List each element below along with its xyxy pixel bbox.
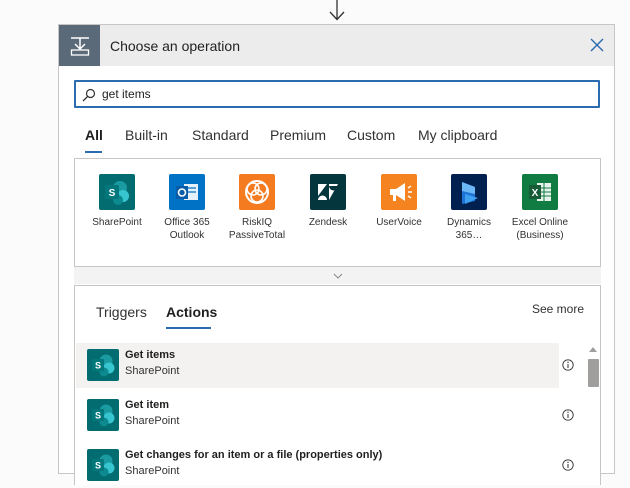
search-input[interactable] — [102, 85, 582, 103]
tab-built-in[interactable]: Built-in — [125, 127, 168, 143]
zendesk-icon — [310, 174, 346, 210]
chevron-down-icon — [333, 273, 342, 279]
choose-operation-dialog: Choose an operation All Built-in Standar… — [58, 24, 615, 485]
tab-actions[interactable]: Actions — [166, 304, 217, 320]
dialog-title: Choose an operation — [110, 38, 240, 54]
tab-all[interactable]: All — [85, 127, 103, 143]
scroll-up-icon[interactable] — [589, 345, 597, 353]
sharepoint-icon: S — [87, 349, 119, 381]
svg-text:S: S — [95, 411, 101, 421]
expand-connectors-button[interactable] — [74, 266, 601, 284]
action-item[interactable]: S Get changes for an item or a file (pro… — [76, 443, 559, 488]
action-item[interactable]: S Get item SharePoint — [76, 393, 559, 438]
connector-label: UserVoice — [376, 217, 422, 228]
sharepoint-icon: S — [99, 174, 135, 210]
connector-excel-online[interactable]: X Excel Online (Business) — [504, 174, 576, 242]
results-panel: Triggers Actions See more S Get items Sh… — [74, 285, 601, 485]
svg-text:S: S — [95, 461, 101, 471]
tab-standard[interactable]: Standard — [192, 127, 249, 143]
connector-label: Dynamics 365… — [447, 217, 491, 241]
action-name: Get items — [125, 349, 176, 361]
action-name: Get changes for an item or a file (prope… — [125, 449, 383, 461]
connector-label: Excel Online (Business) — [511, 217, 569, 241]
connector-label: RiskIQ PassiveTotal — [228, 217, 286, 241]
connector-dynamics-365[interactable]: Dynamics 365… — [433, 174, 505, 242]
svg-text:S: S — [95, 361, 101, 371]
info-icon[interactable] — [562, 359, 574, 371]
sharepoint-icon: S — [87, 449, 119, 481]
trigger-step-icon — [59, 25, 100, 66]
dialog-header: Choose an operation — [59, 25, 614, 66]
close-icon[interactable] — [588, 36, 606, 54]
search-icon — [82, 88, 96, 102]
results-scrollbar[interactable] — [586, 345, 600, 486]
active-subtab-indicator — [166, 327, 211, 329]
sharepoint-icon: S — [87, 399, 119, 431]
down-arrow-icon — [329, 0, 345, 21]
connector-label: SharePoint — [92, 217, 142, 228]
see-more-link[interactable]: See more — [532, 302, 584, 316]
outlook-icon — [169, 174, 205, 210]
action-connector: SharePoint — [125, 365, 180, 377]
connector-office365-outlook[interactable]: Office 365 Outlook — [151, 174, 223, 242]
tab-my-clipboard[interactable]: My clipboard — [418, 127, 497, 143]
action-connector: SharePoint — [125, 415, 180, 427]
svg-text:X: X — [532, 188, 539, 199]
search-box[interactable] — [74, 80, 600, 108]
tab-premium[interactable]: Premium — [270, 127, 326, 143]
info-icon[interactable] — [562, 409, 574, 421]
active-tab-indicator — [85, 151, 102, 153]
scroll-thumb[interactable] — [588, 359, 599, 387]
connector-uservoice[interactable]: UserVoice — [363, 174, 435, 229]
excel-icon: X — [522, 174, 558, 210]
svg-text:S: S — [109, 188, 116, 199]
tab-triggers[interactable]: Triggers — [96, 304, 147, 320]
connector-label: Zendesk — [308, 217, 348, 228]
action-connector: SharePoint — [125, 465, 180, 477]
dynamics-icon — [451, 174, 487, 210]
connector-label: Office 365 Outlook — [164, 217, 210, 241]
action-item[interactable]: S Get items SharePoint — [76, 343, 559, 388]
action-name: Get item — [125, 399, 170, 411]
connector-zendesk[interactable]: Zendesk — [292, 174, 364, 229]
info-icon[interactable] — [562, 459, 574, 471]
tab-custom[interactable]: Custom — [347, 127, 395, 143]
riskiq-icon — [239, 174, 275, 210]
connector-riskiq-passivetotal[interactable]: RiskIQ PassiveTotal — [221, 174, 293, 242]
uservoice-icon — [381, 174, 417, 210]
connector-sharepoint[interactable]: S SharePoint — [81, 174, 153, 229]
